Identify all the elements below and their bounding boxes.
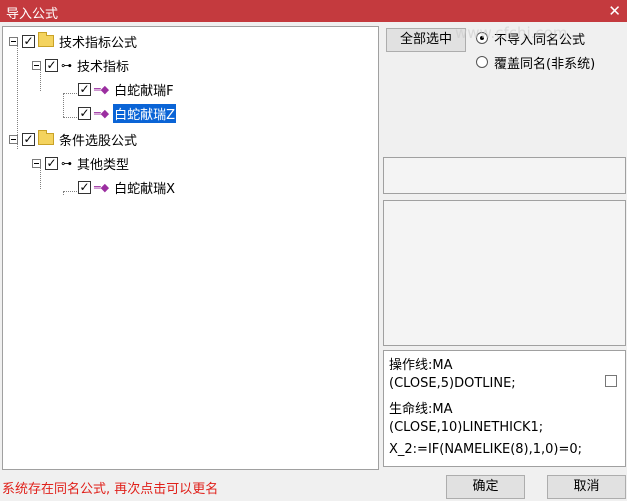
- folder-icon: [38, 130, 54, 145]
- formula-tree: ✓ 技术指标公式 ✓ ⊶ 技术指标 ✓ ═◆ 白蛇献瑞F ✓ ═◆ 白蛇献瑞Z …: [2, 26, 379, 470]
- tree-node-baishe-z[interactable]: ✓ ═◆ 白蛇献瑞Z: [78, 102, 177, 124]
- code-line: 生命线:MA: [389, 402, 453, 417]
- cancel-button[interactable]: 取消: [547, 475, 626, 499]
- tree-node-label: 技术指标: [77, 59, 130, 75]
- collapse-icon[interactable]: [32, 60, 41, 70]
- key-icon: ⊶: [61, 58, 72, 72]
- checkbox[interactable]: ✓: [22, 34, 35, 48]
- tree-node-label: 其他类型: [77, 157, 130, 173]
- select-all-button[interactable]: 全部选中: [386, 28, 466, 52]
- key-icon: ⊶: [61, 156, 72, 170]
- tree-node-label: 白蛇献瑞F: [114, 83, 174, 99]
- info-box: [383, 157, 626, 194]
- radio-overwrite[interactable]: [476, 56, 488, 68]
- tree-node-label: 白蛇献瑞Z: [112, 102, 177, 124]
- tree-node-baishe-x[interactable]: ✓ ═◆ 白蛇献瑞X: [78, 177, 176, 197]
- formula-icon: ═◆: [94, 82, 110, 96]
- folder-icon: [38, 32, 54, 47]
- code-line: 操作线:MA: [389, 358, 453, 373]
- radio-overwrite-label: 覆盖同名(非系统): [494, 57, 596, 72]
- tree-node-tech-indicators[interactable]: ✓ ⊶ 技术指标: [32, 55, 130, 75]
- tree-node-label: 白蛇献瑞X: [114, 181, 175, 197]
- description-box: [383, 200, 626, 346]
- window-title: 导入公式: [6, 7, 59, 22]
- code-preview: 操作线:MA (CLOSE,5)DOTLINE; 生命线:MA (CLOSE,1…: [383, 350, 626, 467]
- titlebar: 导入公式 ✕: [0, 0, 627, 22]
- status-message: 系统存在同名公式, 再次点击可以更名: [2, 482, 219, 497]
- code-line: (CLOSE,5)DOTLINE;: [389, 376, 516, 391]
- checkbox[interactable]: ✓: [45, 156, 58, 170]
- checkbox[interactable]: ✓: [45, 58, 58, 72]
- tree-node-other-types[interactable]: ✓ ⊶ 其他类型: [32, 153, 130, 173]
- close-icon[interactable]: ✕: [608, 2, 621, 20]
- collapse-icon[interactable]: [32, 158, 41, 168]
- watermark: www.cfchi.com: [455, 24, 568, 42]
- tree-node-label: 技术指标公式: [59, 35, 138, 51]
- tree-node-stock-selection-formulas[interactable]: ✓ 条件选股公式: [9, 129, 138, 149]
- tree-node-baishe-f[interactable]: ✓ ═◆ 白蛇献瑞F: [78, 79, 175, 99]
- tree-node-label: 条件选股公式: [59, 133, 138, 149]
- preview-checkbox[interactable]: [605, 375, 617, 387]
- checkbox[interactable]: ✓: [22, 132, 35, 146]
- collapse-icon[interactable]: [9, 36, 18, 46]
- code-line: (CLOSE,10)LINETHICK1;: [389, 420, 544, 435]
- checkbox[interactable]: ✓: [78, 106, 91, 120]
- ok-button[interactable]: 确定: [446, 475, 525, 499]
- collapse-icon[interactable]: [9, 134, 18, 144]
- formula-icon: ═◆: [94, 106, 110, 120]
- checkbox[interactable]: ✓: [78, 180, 91, 194]
- formula-icon: ═◆: [94, 180, 110, 194]
- checkbox[interactable]: ✓: [78, 82, 91, 96]
- tree-node-tech-indicator-formulas[interactable]: ✓ 技术指标公式: [9, 31, 138, 51]
- code-line: X_2:=IF(NAMELIKE(8),1,0)=0;: [389, 442, 583, 457]
